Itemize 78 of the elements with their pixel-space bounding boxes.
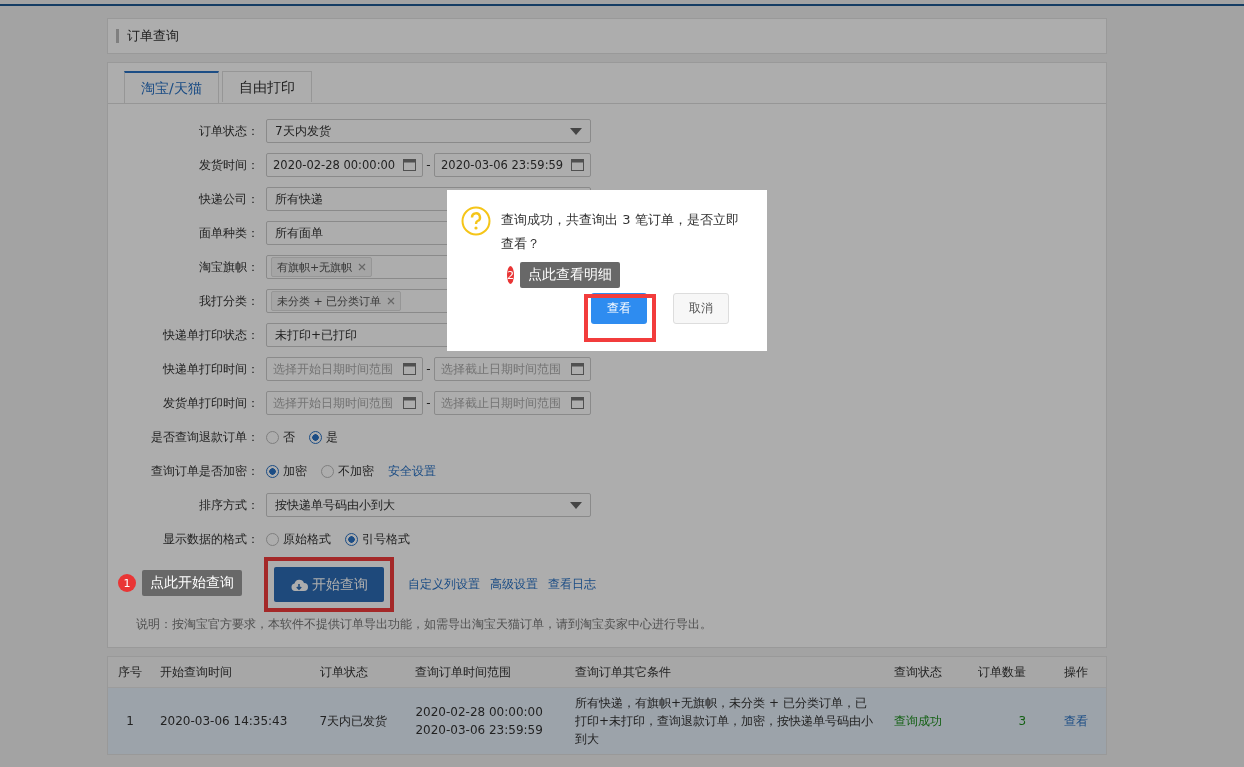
- radio-label: 加密: [283, 462, 307, 480]
- field-label: 快递单打印时间：: [162, 360, 260, 378]
- range-separator: -: [425, 362, 432, 376]
- radio-label: 否: [283, 428, 295, 446]
- cancel-button[interactable]: 取消: [673, 293, 729, 324]
- column-header: 查询状态: [893, 664, 944, 681]
- calendar-icon: [571, 159, 584, 171]
- field-label: 面单种类：: [198, 224, 260, 242]
- caret-icon: [570, 501, 582, 509]
- settings-link[interactable]: 安全设置: [388, 462, 436, 480]
- field-label: 发货单打印时间：: [162, 394, 260, 412]
- settings-link[interactable]: 高级设置: [490, 576, 538, 593]
- field-label: 快递公司：: [198, 190, 260, 208]
- field-label: 我打分类：: [198, 292, 260, 310]
- select-field[interactable]: 7天内发货: [266, 119, 591, 143]
- page-title: 订单查询: [127, 27, 179, 45]
- settings-link[interactable]: 自定义列设置: [408, 576, 480, 593]
- table-cell-text: 3: [1017, 713, 1028, 730]
- radio-button[interactable]: [266, 464, 279, 478]
- date-field[interactable]: 2020-02-28 00:00:00: [266, 153, 423, 177]
- tab[interactable]: 淘宝/天猫: [124, 71, 219, 103]
- column-header: 开始查询时间: [158, 664, 233, 681]
- tooltip: 点此开始查询: [142, 570, 242, 596]
- table-cell-text: 2020-03-06 14:35:43: [158, 713, 289, 730]
- highlight-frame: [584, 294, 656, 342]
- tab[interactable]: 自由打印: [221, 71, 312, 102]
- column-header: 查询订单其它条件: [574, 664, 673, 681]
- range-separator: -: [425, 396, 432, 410]
- column-header: 订单状态: [318, 664, 369, 681]
- radio-button[interactable]: [309, 430, 322, 444]
- field-label: 是否查询退款订单：: [150, 428, 260, 446]
- table-cell-text: 查询成功: [893, 713, 944, 730]
- field-label: 查询订单是否加密：: [150, 462, 260, 480]
- column-header: 序号: [116, 664, 143, 681]
- view-link[interactable]: 查看: [1046, 712, 1106, 730]
- radio-button[interactable]: [321, 464, 334, 478]
- column-header: 订单数量: [977, 664, 1028, 681]
- field-label: 显示数据的格式：: [162, 530, 260, 548]
- note-text: 说明：按淘宝官方要求，本软件不提供订单导出功能，如需导出淘宝天猫订单，请到淘宝卖家中心进行导出。: [135, 616, 713, 633]
- settings-link[interactable]: 查看日志: [548, 576, 596, 593]
- calendar-icon: [571, 397, 584, 409]
- close-icon: [387, 297, 396, 305]
- table-cell-text: 7天内已发货: [318, 713, 389, 730]
- radio-button[interactable]: [266, 430, 279, 444]
- step-badge: 2: [507, 266, 514, 284]
- table-cell-text: 2020-02-28 00:00:00 2020-03-06 23:59:59: [414, 704, 544, 739]
- field-label: 发货时间：: [198, 156, 260, 174]
- tooltip: 点此查看明细: [520, 262, 620, 288]
- tag-text: 有旗帜+无旗帜: [277, 259, 353, 275]
- field-label: 快递单打印状态：: [162, 326, 260, 344]
- field-label: 排序方式：: [198, 496, 260, 514]
- calendar-icon: [403, 363, 416, 375]
- table-cell-text: 所有快递，有旗帜+无旗帜，未分类 + 已分类订单，已打印+未打印，查询退款订单，加密，按快递单号码由小到大: [574, 695, 875, 748]
- radio-label: 原始格式: [283, 530, 331, 548]
- radio-label: 引号格式: [362, 530, 410, 548]
- calendar-icon: [403, 397, 416, 409]
- column-header: 查询订单时间范围: [414, 664, 513, 681]
- step-badge: 1: [118, 574, 136, 592]
- date-field[interactable]: 2020-03-06 23:59:59: [434, 153, 591, 177]
- caret-icon: [570, 127, 582, 135]
- select-field[interactable]: 按快递单号码由小到大: [266, 493, 591, 517]
- cloud-download-icon: [290, 577, 308, 592]
- calendar-icon: [403, 159, 416, 171]
- question-icon: [461, 206, 491, 236]
- table-cell-text: 1: [125, 713, 135, 730]
- radio-label: 是: [326, 428, 338, 446]
- field-label: 淘宝旗帜：: [198, 258, 260, 276]
- range-separator: -: [425, 158, 432, 172]
- column-header: 操作: [1063, 664, 1090, 681]
- radio-button[interactable]: [345, 532, 358, 546]
- table-row[interactable]: 1 2020-03-06 14:35:43 7天内已发货 2020-02-28 00:00:00 2020-03-06 23:59:59 所有快递，有旗帜+无旗帜，未分类 + 已分类订单，已打印+未打印，查询退款订单，加密，按快递单号码由小到大 查询成功 3 查看: [108, 688, 1106, 754]
- field-label: 订单状态：: [198, 122, 260, 140]
- radio-button[interactable]: [266, 532, 279, 546]
- tag-text: 未分类 + 已分类订单: [277, 293, 382, 309]
- search-button[interactable]: 开始查询: [274, 567, 384, 602]
- close-icon: [358, 263, 367, 271]
- calendar-icon: [571, 363, 584, 375]
- radio-label: 不加密: [338, 462, 374, 480]
